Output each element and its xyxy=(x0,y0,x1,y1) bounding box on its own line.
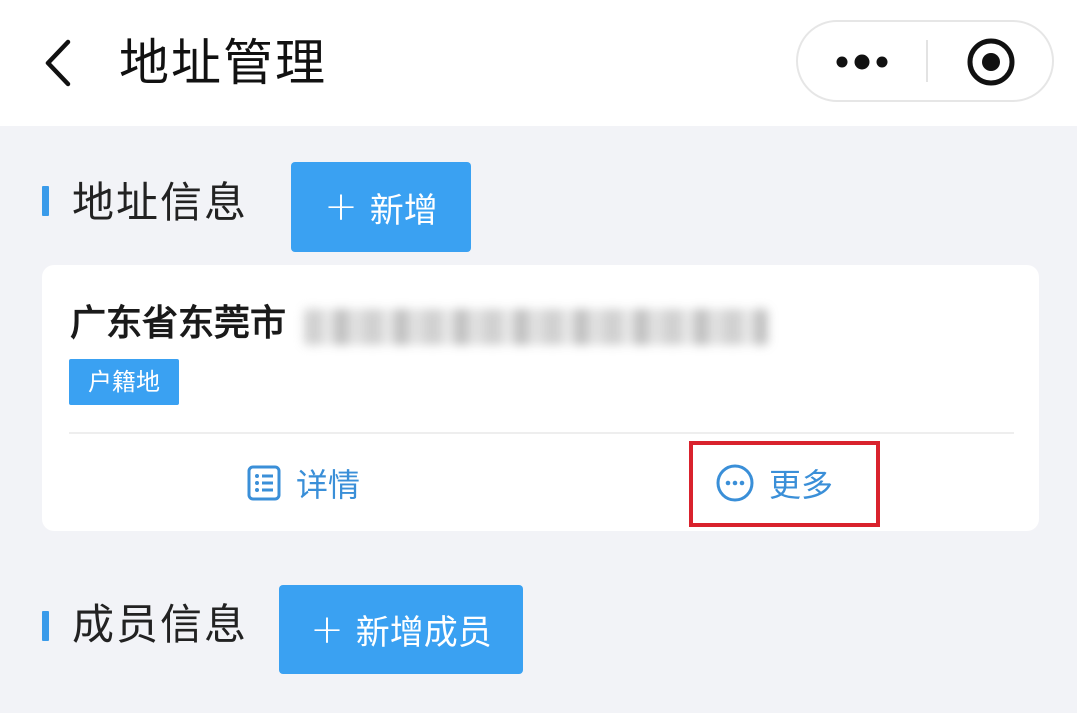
more-button[interactable]: 更多 xyxy=(715,455,833,511)
section-accent-bar xyxy=(42,611,49,641)
target-circle-icon xyxy=(967,38,1015,86)
address-text: 广东省东莞市 xyxy=(70,303,287,344)
address-section-title: 地址信息 xyxy=(72,178,249,227)
detail-label: 详情 xyxy=(296,466,361,504)
more-dots-icon xyxy=(836,54,888,70)
card-divider xyxy=(69,432,1014,434)
member-section-title: 成员信息 xyxy=(72,600,249,649)
page-title: 地址管理 xyxy=(119,34,327,92)
address-card: 广东省东莞市 户籍地 详情 更多 xyxy=(42,265,1039,531)
back-button[interactable] xyxy=(40,38,80,88)
more-circle-icon xyxy=(716,464,754,502)
capsule-more-button[interactable] xyxy=(798,22,926,100)
mini-program-capsule xyxy=(796,20,1054,102)
plus-icon: + xyxy=(324,184,358,230)
address-type-badge: 户籍地 xyxy=(69,359,179,405)
navigation-bar: 地址管理 xyxy=(0,0,1077,126)
list-icon xyxy=(247,465,281,501)
detail-button[interactable]: 详情 xyxy=(246,455,360,511)
section-accent-bar xyxy=(42,186,49,216)
add-address-button[interactable]: + 新增 xyxy=(291,162,471,252)
chevron-left-icon xyxy=(45,39,71,87)
plus-icon: + xyxy=(310,606,344,653)
add-member-button[interactable]: + 新增成员 xyxy=(279,585,523,674)
add-address-label: 新增 xyxy=(369,190,438,231)
more-label: 更多 xyxy=(769,466,834,504)
address-blurred-detail xyxy=(304,309,768,345)
capsule-close-button[interactable] xyxy=(928,22,1054,100)
add-member-label: 新增成员 xyxy=(355,613,492,653)
